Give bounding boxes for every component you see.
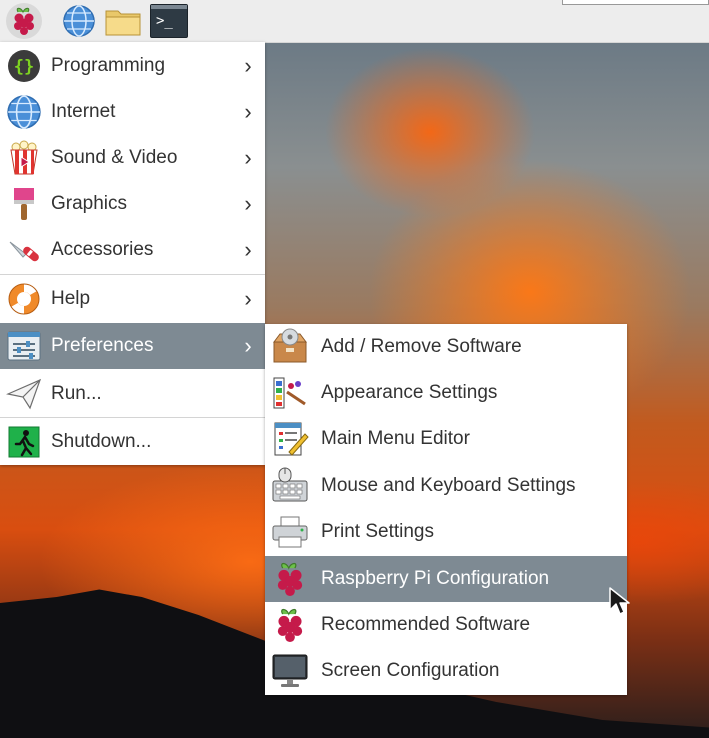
- printer-icon: [271, 513, 309, 551]
- submenu-item-label: Screen Configuration: [321, 660, 500, 681]
- submenu-item-add-remove-software[interactable]: Add / Remove Software: [265, 324, 627, 370]
- file-manager-launcher[interactable]: [104, 3, 142, 39]
- chevron-right-icon: ›: [244, 333, 252, 358]
- menu-item-label: Shutdown...: [51, 431, 152, 452]
- pocket-knife-icon: [5, 231, 43, 269]
- preferences-submenu: Add / Remove Software Appearance Setting…: [265, 324, 627, 695]
- chevron-right-icon: ›: [244, 191, 252, 216]
- keyboard-mouse-icon: [271, 467, 309, 505]
- submenu-item-mouse-keyboard-settings[interactable]: Mouse and Keyboard Settings: [265, 463, 627, 509]
- submenu-item-recommended-software[interactable]: Recommended Software: [265, 602, 627, 648]
- submenu-item-label: Raspberry Pi Configuration: [321, 568, 550, 589]
- applications-menu-button[interactable]: [6, 3, 42, 39]
- monitor-icon: [271, 652, 309, 690]
- menu-item-label: Programming: [51, 55, 166, 76]
- terminal-prompt: >_: [156, 13, 173, 29]
- top-panel: >_: [0, 0, 709, 43]
- globe-icon: [5, 93, 43, 131]
- svg-text:{}: {}: [14, 57, 34, 77]
- menu-item-programming[interactable]: {} Programming ›: [0, 43, 265, 89]
- mouse-pointer-icon: [609, 587, 630, 615]
- menu-item-accessories[interactable]: Accessories ›: [0, 227, 265, 273]
- submenu-item-appearance-settings[interactable]: Appearance Settings: [265, 370, 627, 416]
- paintbrush-icon: [5, 185, 43, 223]
- menu-item-graphics[interactable]: Graphics ›: [0, 181, 265, 227]
- menu-item-label: Internet: [51, 101, 116, 122]
- preferences-icon: [5, 327, 43, 365]
- submenu-item-main-menu-editor[interactable]: Main Menu Editor: [265, 416, 627, 462]
- globe-icon: [63, 5, 95, 37]
- panel-search-field[interactable]: [562, 0, 709, 5]
- folder-icon: [105, 10, 141, 36]
- chevron-right-icon: ›: [244, 99, 252, 124]
- menu-item-shutdown[interactable]: Shutdown...: [0, 419, 265, 465]
- chevron-right-icon: ›: [244, 237, 252, 262]
- lifebuoy-icon: [5, 280, 43, 318]
- menu-separator: [0, 274, 265, 275]
- raspberry-icon: [271, 560, 309, 598]
- menu-item-preferences[interactable]: Preferences ›: [0, 323, 265, 369]
- chevron-right-icon: ›: [244, 286, 252, 311]
- menu-editor-icon: [271, 420, 309, 458]
- popcorn-icon: [5, 139, 43, 177]
- chevron-right-icon: ›: [244, 145, 252, 170]
- submenu-item-label: Appearance Settings: [321, 382, 498, 403]
- terminal-launcher[interactable]: >_: [150, 3, 188, 39]
- applications-menu: {} Programming › Internet › Sound & Vide…: [0, 42, 265, 465]
- submenu-item-label: Main Menu Editor: [321, 428, 470, 449]
- menu-separator: [0, 417, 265, 418]
- terminal-icon: >_: [150, 4, 188, 38]
- web-browser-launcher[interactable]: [60, 3, 98, 39]
- package-icon: [271, 328, 309, 366]
- menu-item-label: Sound & Video: [51, 147, 178, 168]
- paper-plane-icon: [5, 375, 43, 413]
- submenu-item-raspberry-pi-configuration[interactable]: Raspberry Pi Configuration: [265, 556, 627, 602]
- menu-item-label: Accessories: [51, 239, 154, 260]
- submenu-item-label: Print Settings: [321, 521, 434, 542]
- exit-icon: [5, 423, 43, 461]
- palette-icon: [271, 374, 309, 412]
- submenu-item-print-settings[interactable]: Print Settings: [265, 509, 627, 555]
- menu-item-run[interactable]: Run...: [0, 371, 265, 417]
- submenu-item-label: Add / Remove Software: [321, 336, 522, 357]
- submenu-item-label: Mouse and Keyboard Settings: [321, 475, 576, 496]
- menu-item-internet[interactable]: Internet ›: [0, 89, 265, 135]
- menu-item-label: Help: [51, 288, 91, 309]
- menu-item-label: Run...: [51, 383, 102, 404]
- menu-item-sound-video[interactable]: Sound & Video ›: [0, 135, 265, 181]
- submenu-item-screen-configuration[interactable]: Screen Configuration: [265, 648, 627, 694]
- raspberry-icon: [271, 606, 309, 644]
- raspberry-icon: [14, 7, 34, 35]
- menu-item-help[interactable]: Help ›: [0, 276, 265, 322]
- menu-item-label: Graphics: [51, 193, 128, 214]
- chevron-right-icon: ›: [244, 53, 252, 78]
- programming-icon: {}: [5, 47, 43, 85]
- menu-item-label: Preferences: [51, 335, 154, 356]
- submenu-item-label: Recommended Software: [321, 614, 531, 635]
